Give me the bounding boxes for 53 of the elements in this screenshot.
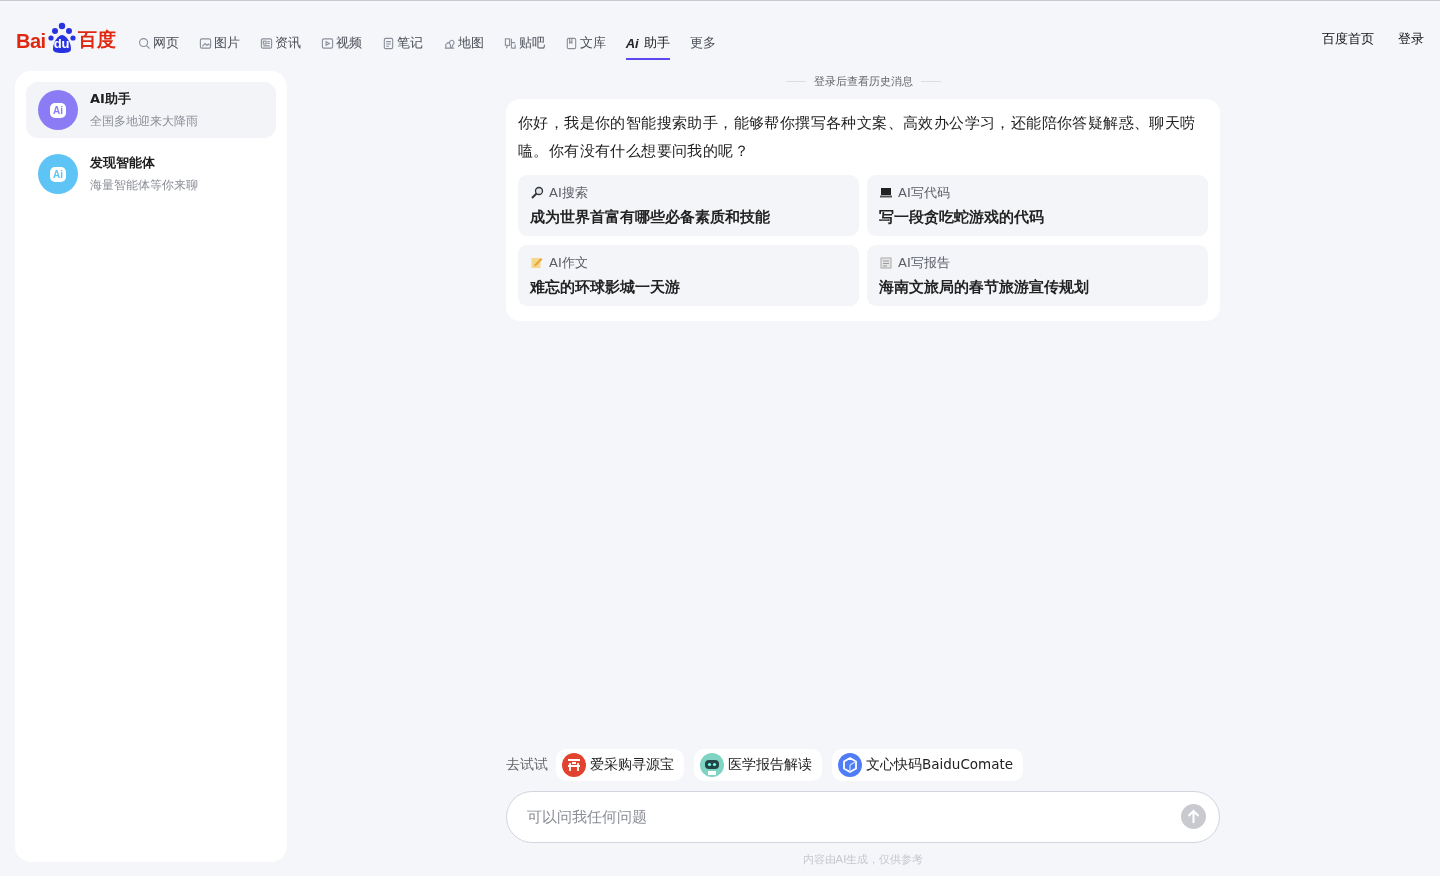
- app-chip[interactable]: 医学报告解读: [694, 749, 822, 781]
- nav-tab[interactable]: 贴吧: [503, 26, 545, 60]
- sidebar-item-title: AI助手: [90, 90, 132, 108]
- robot-icon: [700, 753, 724, 777]
- suggestion-category: AI写代码: [898, 184, 950, 202]
- sidebar-item-subtitle: 海量智能体等你来聊: [90, 177, 198, 194]
- shop-logo-icon: [562, 753, 586, 777]
- nav-tab[interactable]: 更多: [689, 26, 716, 60]
- suggestion-card[interactable]: AI作文 难忘的环球影城一天游: [518, 245, 859, 306]
- welcome-message: 你好，我是你的智能搜索助手，能够帮你撰写各种文案、高效办公学习，还能陪你答疑解惑、聊天唠嗑。你有没有什么想要问我的呢？: [518, 114, 1197, 161]
- sidebar-item[interactable]: Ai 发现智能体 海量智能体等你来聊: [26, 146, 276, 202]
- note-icon: [381, 36, 395, 50]
- sidebar-item[interactable]: Ai AI助手 全国多地迎来大降雨: [26, 82, 276, 138]
- sidebar-item-subtitle: 全国多地迎来大降雨: [90, 113, 198, 130]
- nav-tab[interactable]: 视频: [320, 26, 362, 60]
- header-link[interactable]: 登录: [1398, 30, 1424, 48]
- suggestion-category: AI作文: [549, 254, 588, 272]
- try-label: 去试试: [506, 756, 548, 774]
- nav-tab[interactable]: 网页: [137, 26, 179, 60]
- history-hint[interactable]: 登录后查看历史消息: [785, 74, 941, 89]
- header-link[interactable]: 百度首页: [1322, 30, 1374, 48]
- assistant-avatar-icon: Ai: [38, 90, 78, 130]
- suggestion-card[interactable]: AI写代码 写一段贪吃蛇游戏的代码: [867, 175, 1208, 236]
- image-icon: [198, 36, 212, 50]
- search-icon: [137, 36, 151, 50]
- suggestion-category: AI写报告: [898, 254, 950, 272]
- nav-tab[interactable]: 图片: [198, 26, 240, 60]
- assistant-avatar-icon: Ai: [38, 154, 78, 194]
- nav-tab[interactable]: 文库: [564, 26, 606, 60]
- sidebar-item-title: 发现智能体: [90, 154, 156, 172]
- baidu-logo[interactable]: Bai du 百度: [16, 21, 116, 57]
- search-icon: [530, 186, 544, 200]
- question-input[interactable]: 可以问我任何问题: [506, 791, 1220, 843]
- suggestion-prompt: 难忘的环球影城一天游: [530, 278, 681, 297]
- nav-tab[interactable]: 地图: [442, 26, 484, 60]
- news-icon: [259, 36, 273, 50]
- cube-icon: [838, 753, 862, 777]
- app-chip[interactable]: 文心快码BaiduComate: [832, 749, 1024, 781]
- laptop-icon: [879, 186, 893, 200]
- nav-tab[interactable]: 资讯: [259, 26, 301, 60]
- doc-icon: [564, 36, 578, 50]
- document-icon: [879, 256, 893, 270]
- suggestion-prompt: 写一段贪吃蛇游戏的代码: [879, 208, 1045, 227]
- app-chip[interactable]: 爱采购寻源宝: [556, 749, 684, 781]
- video-icon: [320, 36, 334, 50]
- pencil-note-icon: [530, 256, 544, 270]
- nav-tab[interactable]: 笔记: [381, 26, 423, 60]
- suggestion-card[interactable]: AI写报告 海南文旅局的春节旅游宣传规划: [867, 245, 1208, 306]
- nav-tab[interactable]: Ai 助手: [625, 26, 670, 60]
- suggestion-card[interactable]: AI搜索 成为世界首富有哪些必备素质和技能: [518, 175, 859, 236]
- suggestion-category: AI搜索: [549, 184, 588, 202]
- suggestion-prompt: 成为世界首富有哪些必备素质和技能: [530, 208, 771, 227]
- suggestion-prompt: 海南文旅局的春节旅游宣传规划: [879, 278, 1090, 297]
